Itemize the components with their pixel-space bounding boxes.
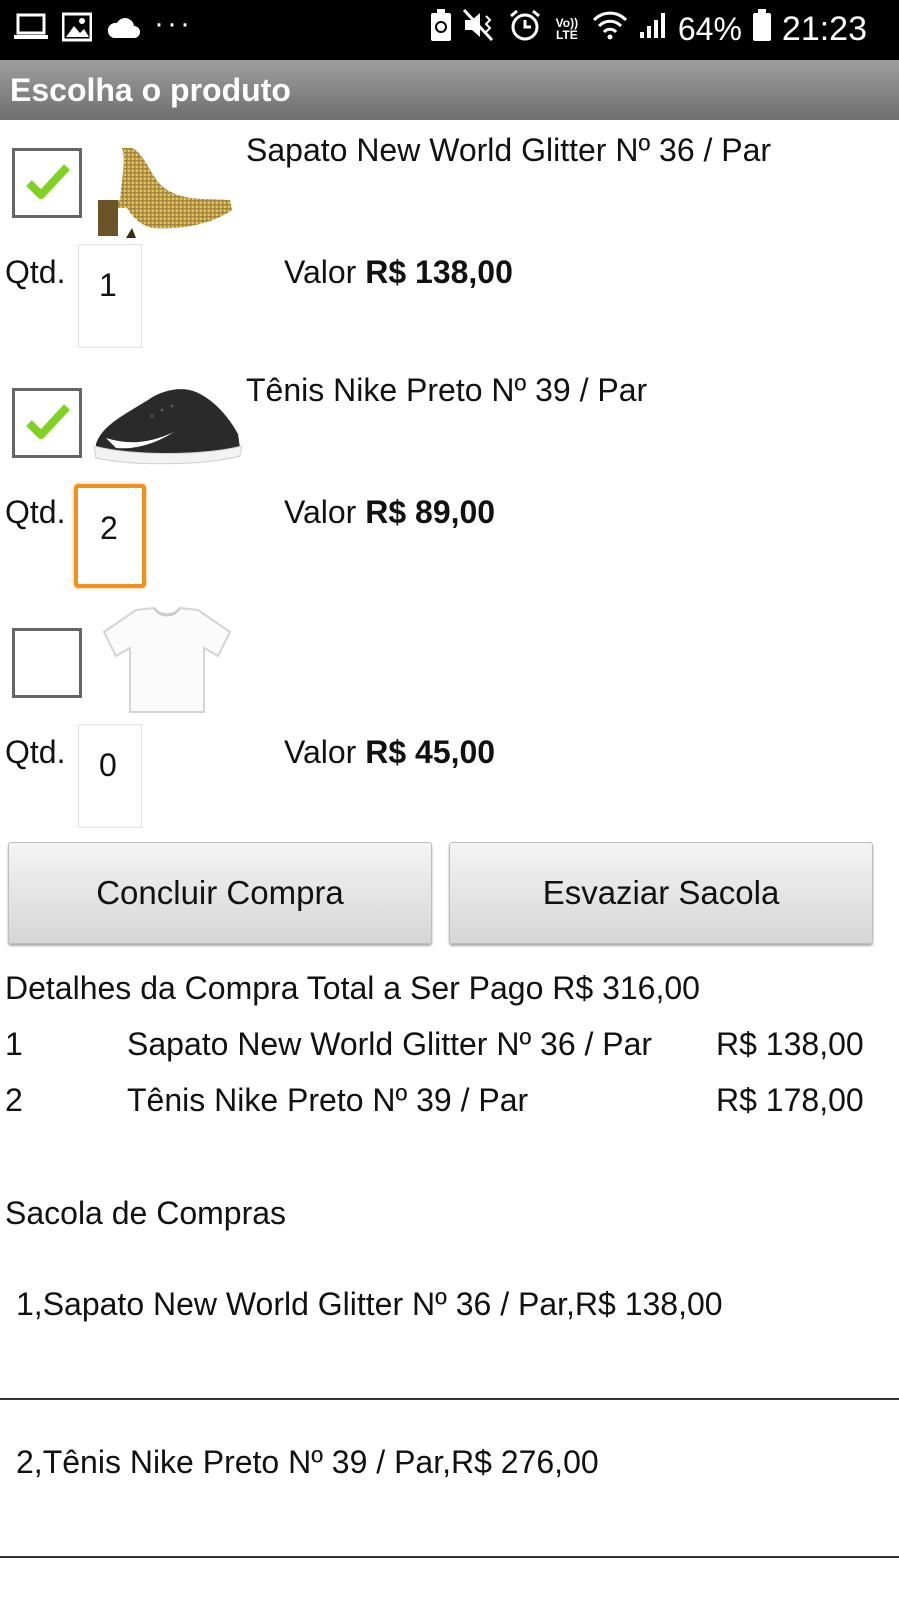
bag-list-item[interactable]: 2,Tênis Nike Preto Nº 39 / Par,R$ 276,00 <box>0 1398 899 1558</box>
product-name: Tênis Nike Preto Nº 39 / Par <box>246 372 648 408</box>
bag-item-text: 1,Sapato New World Glitter Nº 36 / Par,R… <box>16 1286 723 1322</box>
white-tshirt-image <box>92 606 242 713</box>
cloud-icon <box>106 14 140 45</box>
detail-row-value: R$ 138,00 <box>716 1026 864 1062</box>
signal-icon <box>638 10 668 48</box>
battery-icon <box>752 8 772 50</box>
detail-row-index: 1 <box>5 1026 23 1062</box>
clock: 21:23 <box>781 9 867 48</box>
qty-label: Qtd. <box>5 254 66 290</box>
black-nike-sneaker-image <box>92 376 243 476</box>
qty-label: Qtd. <box>5 734 66 770</box>
price-label: Valor <box>284 494 357 530</box>
price-value: R$ 45,00 <box>365 734 496 770</box>
checkmark-icon <box>26 164 70 199</box>
bag-item-text: 2,Tênis Nike Preto Nº 39 / Par,R$ 276,00 <box>16 1444 599 1480</box>
volte-icon: Vo)) LTE <box>555 16 579 42</box>
qty-input[interactable]: 2 <box>74 484 146 588</box>
product-item: Qtd. 0 Valor R$ 45,00 <box>0 600 899 840</box>
price-value: R$ 138,00 <box>365 254 513 290</box>
more-dots-icon: ··· <box>154 6 193 40</box>
price-line: Valor R$ 45,00 <box>284 734 495 771</box>
wifi-icon <box>592 10 628 48</box>
product-name: Sapato New World Glitter Nº 36 / Par <box>246 132 772 168</box>
status-left-icons: ··· <box>14 7 193 47</box>
price-label: Valor <box>284 254 357 290</box>
qty-label: Qtd. <box>5 494 66 530</box>
page-title: Escolha o produto <box>10 72 291 108</box>
purchase-details-header: Detalhes da Compra Total a Ser Pago R$ 3… <box>5 970 700 1006</box>
product-item: Tênis Nike Preto Nº 39 / Par Qtd. 2 Valo… <box>0 360 899 600</box>
shopping-bag-title: Sacola de Compras <box>5 1195 287 1231</box>
price-line: Valor R$ 138,00 <box>284 254 513 291</box>
product-checkbox[interactable] <box>12 628 82 698</box>
battery-percent: 64% <box>677 10 742 47</box>
alarm-icon <box>508 8 542 50</box>
title-bar: Escolha o produto <box>0 60 899 120</box>
product-checkbox[interactable] <box>12 388 82 458</box>
detail-row-index: 2 <box>5 1082 23 1118</box>
laptop-icon <box>14 12 48 47</box>
image-icon <box>61 12 93 47</box>
detail-row-value: R$ 178,00 <box>716 1082 864 1118</box>
mute-vibrate-icon <box>462 8 498 50</box>
empty-bag-button[interactable]: Esvaziar Sacola <box>449 842 873 944</box>
status-bar: ··· Vo)) LTE 64% 21:23 <box>0 0 899 60</box>
qty-input[interactable]: 1 <box>78 244 142 348</box>
battery-saver-icon <box>430 8 452 50</box>
price-line: Valor R$ 89,00 <box>284 494 495 531</box>
price-value: R$ 89,00 <box>365 494 496 530</box>
conclude-purchase-button[interactable]: Concluir Compra <box>8 842 432 944</box>
qty-input[interactable]: 0 <box>78 724 142 828</box>
product-item: Sapato New World Glitter Nº 36 / Par Qtd… <box>0 120 899 360</box>
price-label: Valor <box>284 734 357 770</box>
detail-row-name: Sapato New World Glitter Nº 36 / Par <box>127 1026 653 1062</box>
bag-list-item[interactable]: 1,Sapato New World Glitter Nº 36 / Par,R… <box>0 1240 899 1400</box>
checkmark-icon <box>26 404 70 439</box>
product-checkbox[interactable] <box>12 148 82 218</box>
detail-row-name: Tênis Nike Preto Nº 39 / Par <box>127 1082 529 1118</box>
gold-glitter-heel-image <box>92 138 242 238</box>
status-right-icons: Vo)) LTE 64% 21:23 <box>430 8 867 50</box>
